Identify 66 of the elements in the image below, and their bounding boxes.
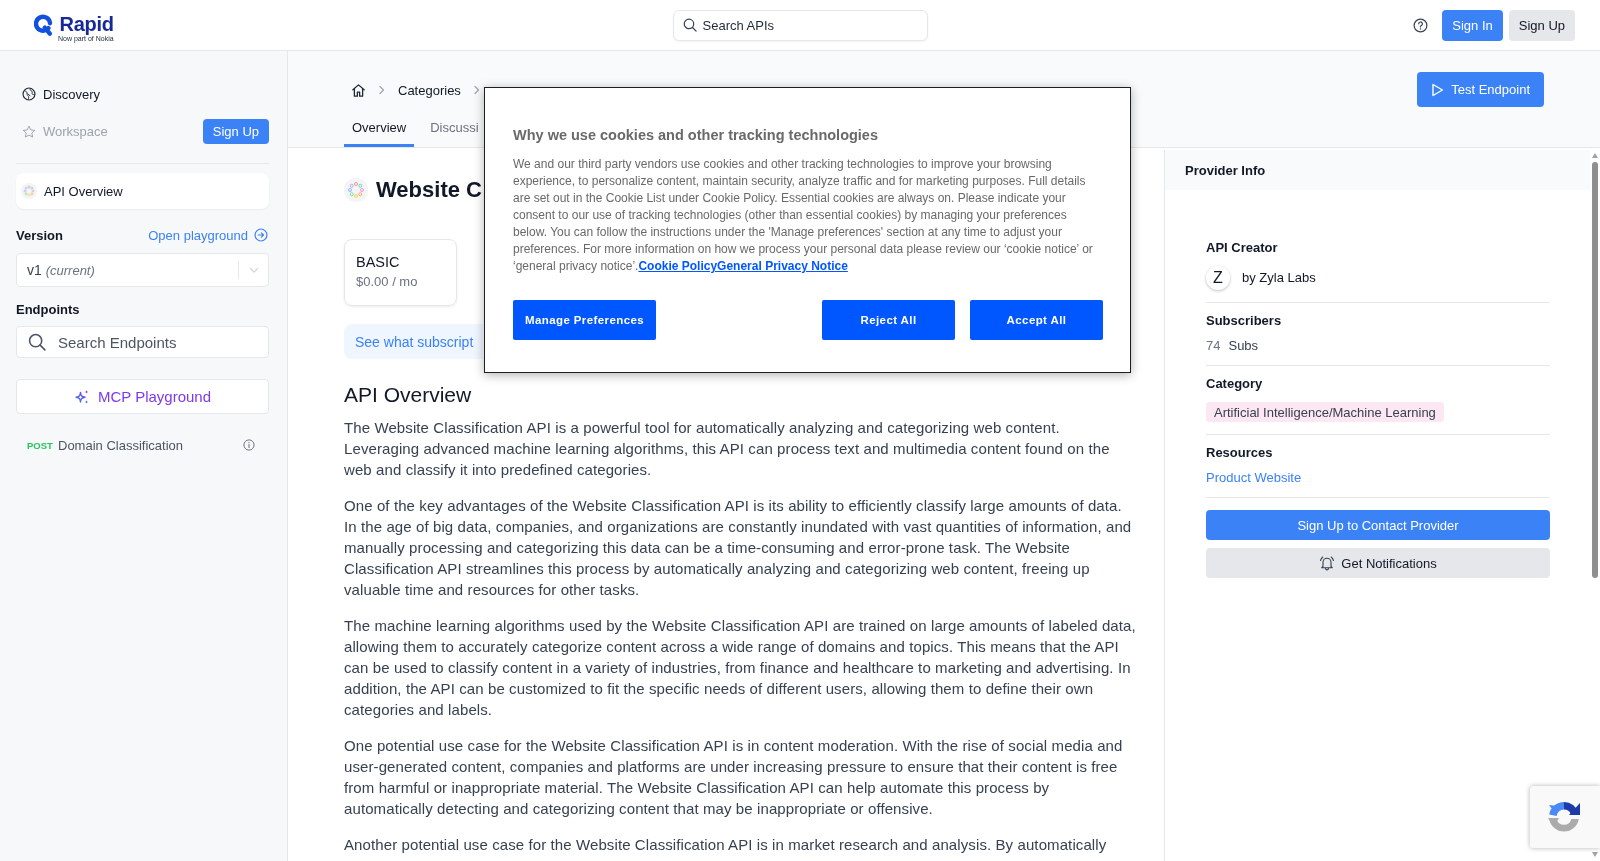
manage-preferences-button[interactable]: Manage Preferences — [513, 300, 656, 340]
reject-all-button[interactable]: Reject All — [822, 300, 955, 340]
subscriber-count: 74 — [1206, 338, 1221, 354]
contact-provider-button[interactable]: Sign Up to Contact Provider — [1206, 510, 1550, 540]
description-paragraph: One potential use case for the Website Classification API is in content moderation. With the rise of social media and user-generated content, companies and platforms are under increasing pressure to ensure that their content is free from harmful or inappropriate material. The Website Classification API can help automate this process by automatically detecting and categorizing content that may be inappropriate or offensive. — [344, 736, 1124, 819]
section-label: API Creator — [1206, 240, 1278, 256]
category-tag[interactable]: Artificial Intelligence/Machine Learning — [1206, 402, 1444, 422]
description-paragraph: The machine learning algorithms used by the Website Classification API are trained on large amounts of labeled data, allowing them to accurately categorize content across a wide range of domains and topics. This means that the API can be used to classify content in a variety of industries, from finance and healthcare to marketing and advertising. In addition, the API can be customized to fit the specific needs of different users, allowing them to define their own categories and labels. — [344, 616, 1137, 720]
star-icon — [22, 124, 36, 139]
cookie-notice-text: We and our third party vendors use cookies and other tracking technologies to improve your browsing experience, to personalize content, maintain security, analyze traffic and for marketing purposes. Full details are set out in the Cookie List under Cookie Policy. Essential cookies are always on. Please indicate your consent to our use of tracking technologies (other than essential cookies) by managing your preferences below. You can follow the instructions under the 'Manage preferences' section at any time to adjust your preferences. For more information on how we process your personal data please review our ‘cookie notice’ or ‘general privacy notice’.Cookie PolicyGeneral Privacy Notice — [513, 156, 1094, 275]
section-label: Endpoints — [16, 301, 80, 317]
info-icon[interactable] — [243, 439, 255, 451]
creator-avatar: Z — [1206, 266, 1230, 290]
home-icon[interactable] — [351, 82, 366, 98]
api-title: Website C — [376, 177, 482, 203]
api-overview-item[interactable]: API Overview — [16, 173, 269, 209]
open-playground-link[interactable]: Open playground — [148, 227, 268, 243]
endpoint-link[interactable]: Domain Classification — [58, 437, 243, 453]
subscription-banner[interactable]: See what subscript — [344, 324, 483, 359]
section-label: Resources — [1206, 445, 1273, 461]
bell-icon — [1319, 555, 1336, 571]
play-icon — [1431, 82, 1445, 97]
sparkle-icon — [73, 388, 90, 405]
plan-card[interactable]: BASIC $0.00 / mo — [344, 239, 457, 306]
description-paragraph: Another potential use case for the Website Classification API is in market research and analysis. By automatically — [344, 835, 1108, 855]
method-label: POST — [27, 439, 54, 451]
notifications-button[interactable]: Get Notifications — [1206, 548, 1550, 578]
section-label: Subscribers — [1206, 313, 1282, 329]
globe-icon — [22, 87, 36, 101]
creator-name[interactable]: by Zyla Labs — [1242, 270, 1316, 286]
plan-name: BASIC — [356, 254, 401, 270]
accept-all-button[interactable]: Accept All — [970, 300, 1103, 340]
breadcrumb-link[interactable]: Categories — [398, 82, 461, 98]
resource-link[interactable]: Product Website — [1206, 470, 1302, 486]
description-paragraph: The Website Classification API is a powerful tool for automatically analyzing and categorizing web content. Leveraging advanced machine learning algorithms, this API can process text and multimedia content found on the web and classify it into predefined categories. — [344, 418, 1111, 480]
sign-up-button[interactable]: Sign Up — [1508, 9, 1575, 41]
chevron-right-icon — [378, 85, 386, 95]
policy-link[interactable]: Cookie Policy — [638, 259, 718, 273]
chevron-right-icon — [472, 85, 481, 95]
api-logo-icon — [344, 178, 368, 202]
section-label: Version — [16, 227, 63, 243]
search-endpoints-field[interactable]: Search Endpoints — [16, 326, 269, 358]
help-icon[interactable] — [1413, 17, 1429, 33]
test-endpoint-button[interactable]: Test Endpoint — [1417, 72, 1544, 107]
subscriber-unit: Subs — [1228, 338, 1259, 354]
version-select[interactable]: v1 (current) — [16, 253, 269, 287]
nav-item[interactable]: Discovery — [16, 83, 101, 105]
api-logo-icon — [21, 183, 37, 199]
description-paragraph: One of the key advantages of the Website Classification API is its ability to efficiently classify large amounts of data. In the age of big data, companies, and organizations are constantly inundated with vast quantities of information, and manually processing and categorizing this data can be a time-consuming and error-prone task. The Website Classification API streamlines this process by automatically analyzing and categorizing web content, freeing up valuable time and resources for other tasks. — [344, 496, 1133, 600]
sign-up-button[interactable]: Sign Up — [202, 119, 269, 144]
policy-link[interactable]: General Privacy Notice — [717, 259, 848, 273]
search-field[interactable]: Search APIs — [672, 9, 928, 41]
logo-icon — [34, 14, 53, 36]
sign-in-button[interactable]: Sign In — [1442, 9, 1503, 41]
section-label: Category — [1206, 376, 1263, 392]
tab[interactable]: Discussi — [422, 110, 487, 147]
plan-price: $0.00 / mo — [356, 274, 419, 289]
search-icon — [28, 333, 46, 351]
dialog-title: Why we use cookies and other tracking technologies — [513, 126, 879, 144]
section-heading: API Overview — [344, 383, 473, 407]
mcp-playground-button[interactable]: MCP Playground — [16, 379, 269, 414]
search-icon — [682, 18, 697, 32]
arrow-right-circle-icon[interactable] — [254, 228, 268, 242]
tab[interactable]: Overview — [344, 110, 415, 147]
logo-text: Rapid — [59, 14, 114, 35]
panel-title: Provider Info — [1165, 150, 1590, 190]
